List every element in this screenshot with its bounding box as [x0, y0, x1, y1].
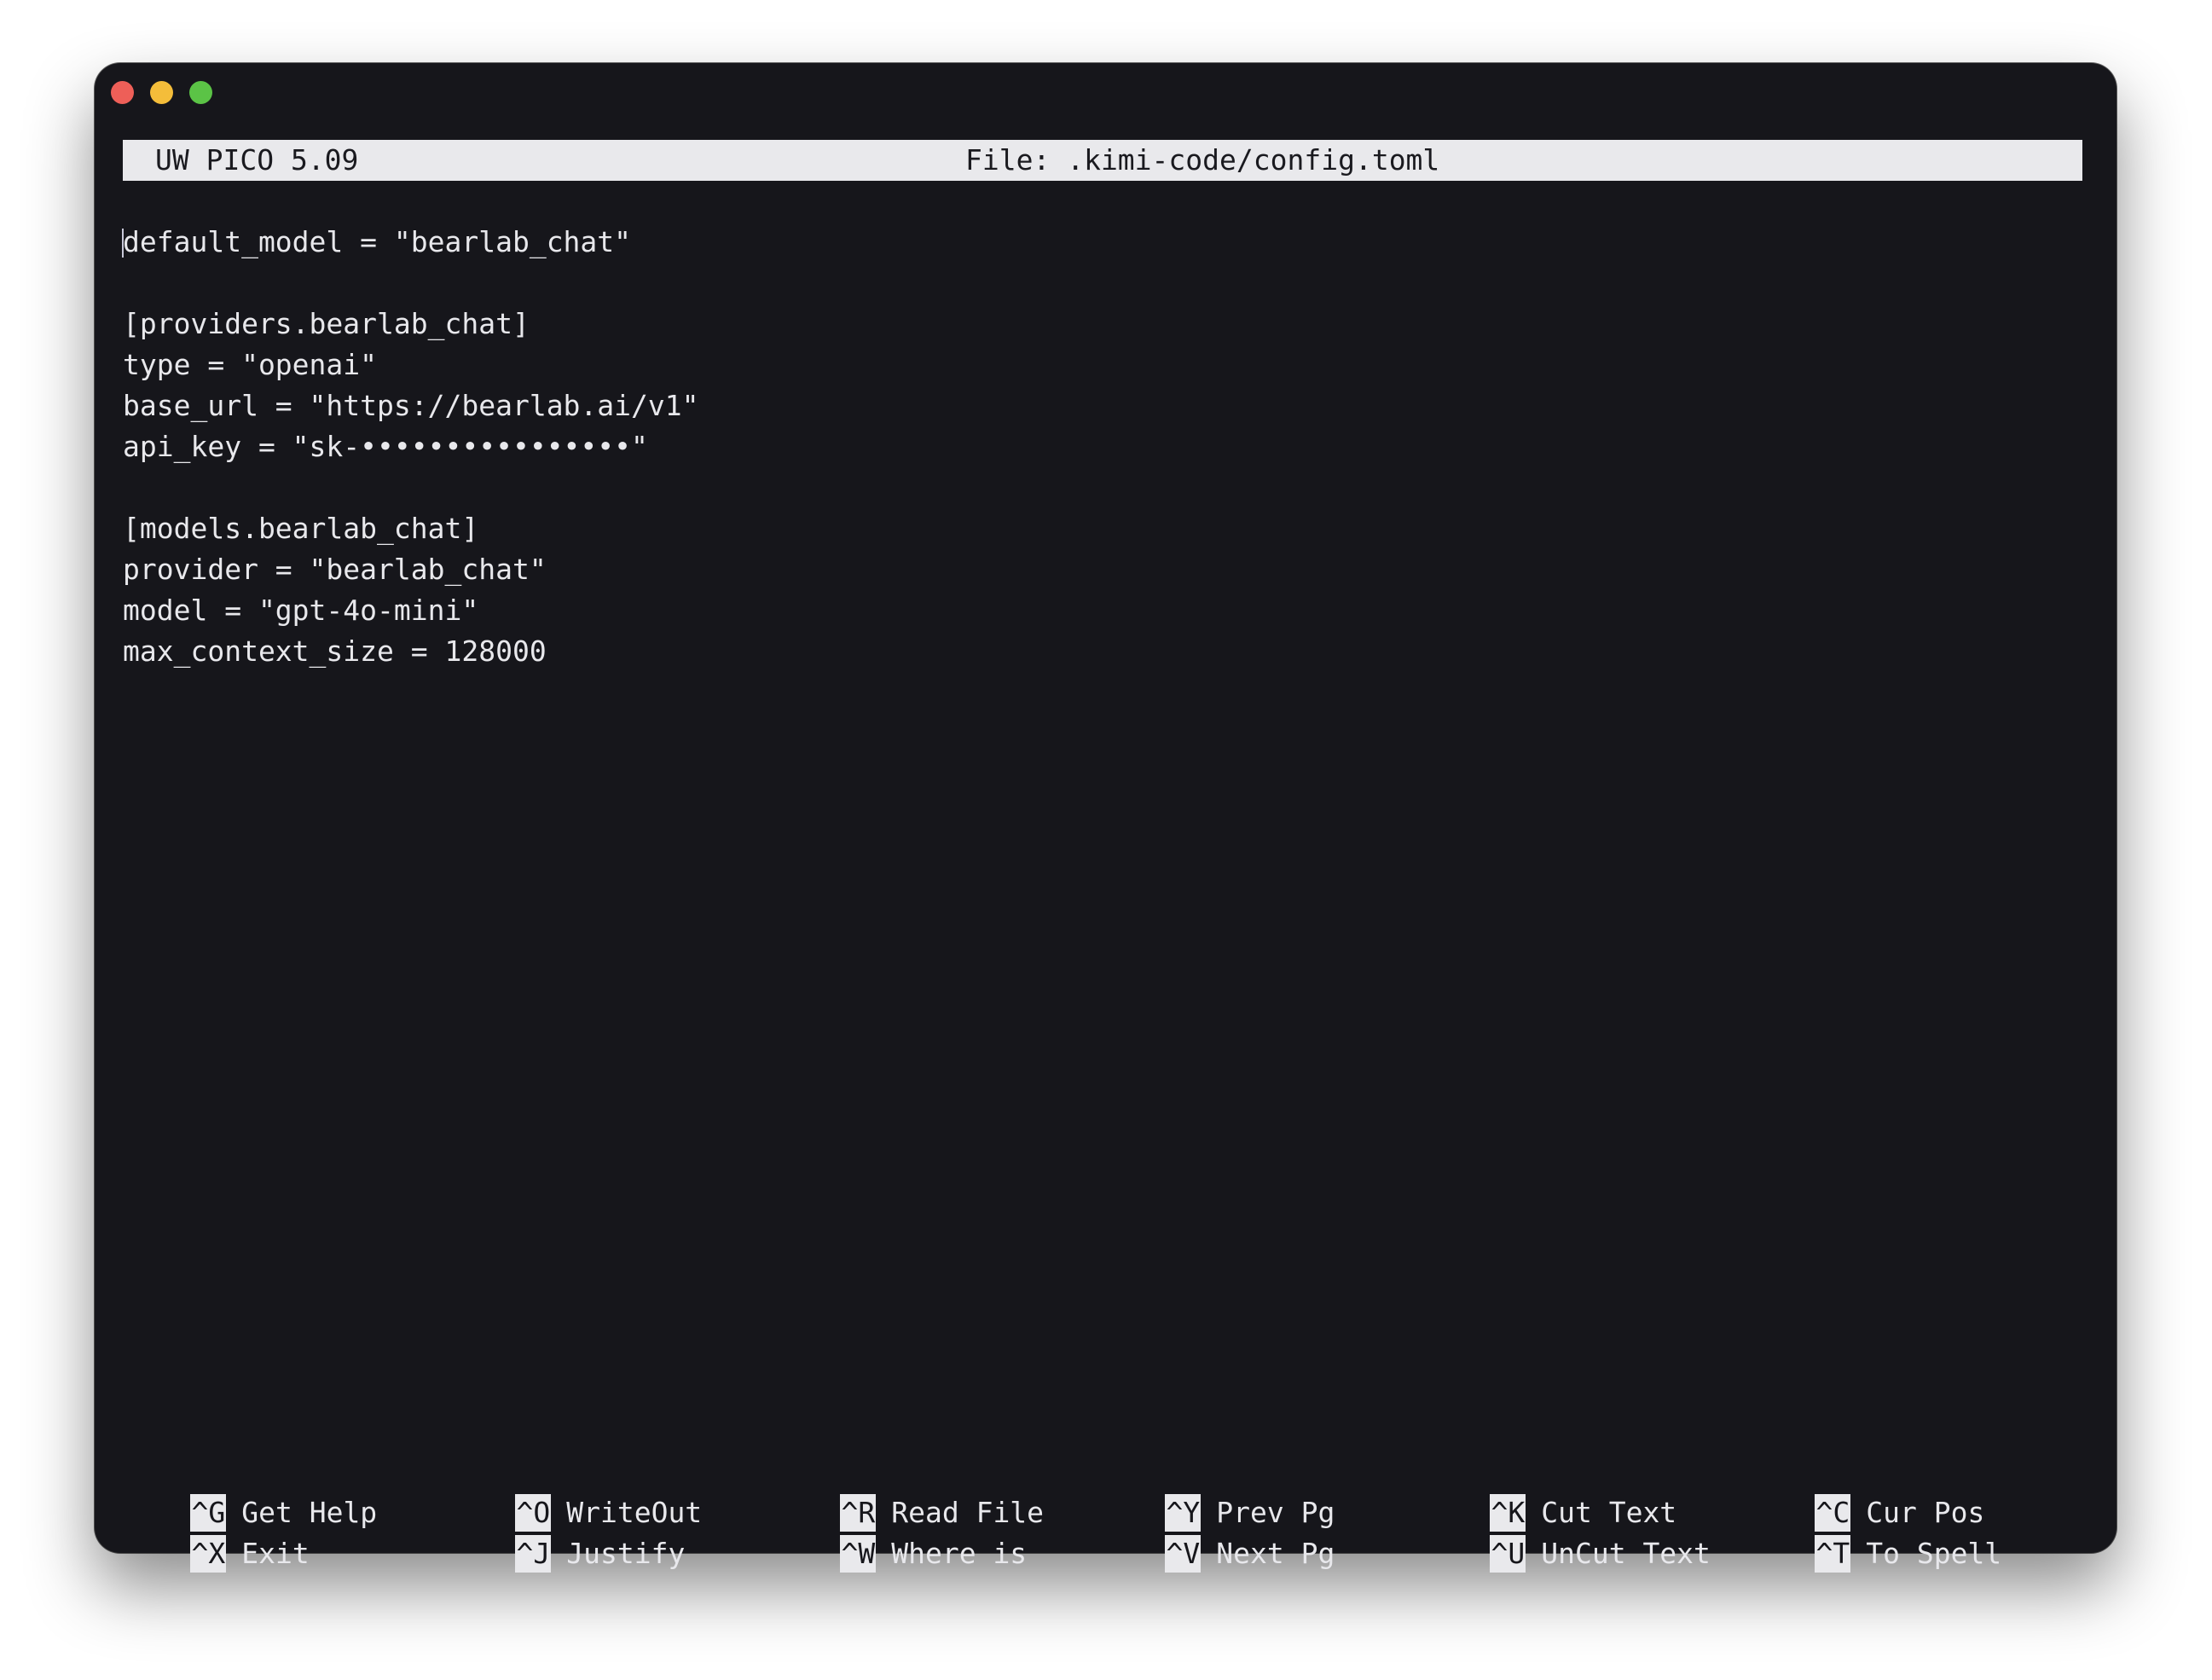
shortcut-uncut-text[interactable]: ^U UnCut Text — [1422, 1491, 1711, 1573]
shortcut-where-is[interactable]: ^W Where is — [773, 1491, 1027, 1573]
editor-line[interactable] — [123, 467, 2084, 508]
shortcut-key: ^J — [515, 1534, 552, 1573]
editor-line[interactable]: api_key = "sk-••••••••••••••••" — [123, 426, 2084, 467]
shortcut-key: ^T — [1815, 1534, 1851, 1573]
editor-line[interactable]: default_model = "bearlab_chat" — [122, 222, 2084, 263]
shortcut-label: Next Pg — [1216, 1536, 1335, 1570]
shortcut-key: ^V — [1165, 1534, 1202, 1573]
editor-line[interactable]: provider = "bearlab_chat" — [123, 549, 2084, 590]
editor-line-text: api_key = "sk-••••••••••••••••" — [123, 430, 648, 463]
shortcut-read-file[interactable]: ^R Read File — [773, 1450, 1044, 1532]
editor-line-text: type = "openai" — [123, 348, 378, 381]
shortcut-key: ^U — [1490, 1534, 1526, 1573]
minimize-window-button[interactable] — [150, 81, 173, 104]
close-window-button[interactable] — [111, 81, 134, 104]
editor-line[interactable]: [models.bearlab_chat] — [123, 508, 2084, 549]
text-cursor — [122, 229, 124, 258]
maximize-window-button[interactable] — [189, 81, 212, 104]
pico-title-bar: UW PICO 5.09 File: .kimi-code/config.tom… — [123, 140, 2082, 181]
editor-line-text: default_model = "bearlab_chat" — [123, 225, 632, 258]
shortcut-exit[interactable]: ^X Exit — [123, 1491, 310, 1573]
editor-line[interactable] — [123, 263, 2084, 304]
shortcut-cut-text[interactable]: ^K Cut Text — [1422, 1450, 1676, 1532]
editor-line-text: max_context_size = 128000 — [123, 634, 547, 668]
editor-line[interactable]: [providers.bearlab_chat] — [123, 304, 2084, 345]
shortcut-label: To Spell — [1866, 1536, 2002, 1570]
editor-line[interactable]: model = "gpt-4o-mini" — [123, 590, 2084, 631]
shortcut-key: ^W — [840, 1534, 877, 1573]
shortcut-prev-page[interactable]: ^Y Prev Pg — [1097, 1450, 1335, 1532]
shortcut-get-help[interactable]: ^G Get Help — [123, 1450, 377, 1532]
shortcut-label: Justify — [566, 1536, 686, 1570]
editor-line-text: [models.bearlab_chat] — [123, 512, 479, 545]
editor-line-text: base_url = "https://bearlab.ai/v1" — [123, 389, 699, 422]
editor-line-text: [providers.bearlab_chat] — [123, 307, 530, 340]
shortcut-cur-pos[interactable]: ^C Cur Pos — [1747, 1450, 1984, 1532]
editor-line-text: provider = "bearlab_chat" — [123, 553, 547, 586]
shortcut-justify[interactable]: ^J Justify — [448, 1491, 685, 1573]
editor-line[interactable]: type = "openai" — [123, 345, 2084, 385]
shortcut-label: Where is — [891, 1536, 1028, 1570]
shortcut-label: Exit — [241, 1536, 310, 1570]
editor-text-area[interactable]: default_model = "bearlab_chat" [provider… — [122, 222, 2084, 672]
shortcut-to-spell[interactable]: ^T To Spell — [1747, 1491, 2001, 1573]
editor-line-text: model = "gpt-4o-mini" — [123, 594, 479, 627]
editor-line[interactable]: base_url = "https://bearlab.ai/v1" — [123, 385, 2084, 426]
shortcut-next-page[interactable]: ^V Next Pg — [1097, 1491, 1335, 1573]
app-name: UW PICO 5.09 — [155, 143, 359, 177]
shortcut-bar: ^G Get Help ^O WriteOut ^R Read File ^Y Prev… — [123, 1450, 2084, 1573]
shortcut-label: UnCut Text — [1541, 1536, 1711, 1570]
shortcut-key: ^X — [190, 1534, 227, 1573]
editor-line[interactable]: max_context_size = 128000 — [123, 631, 2084, 672]
file-name: File: .kimi-code/config.toml — [965, 143, 1440, 177]
shortcut-writeout[interactable]: ^O WriteOut — [448, 1450, 702, 1532]
